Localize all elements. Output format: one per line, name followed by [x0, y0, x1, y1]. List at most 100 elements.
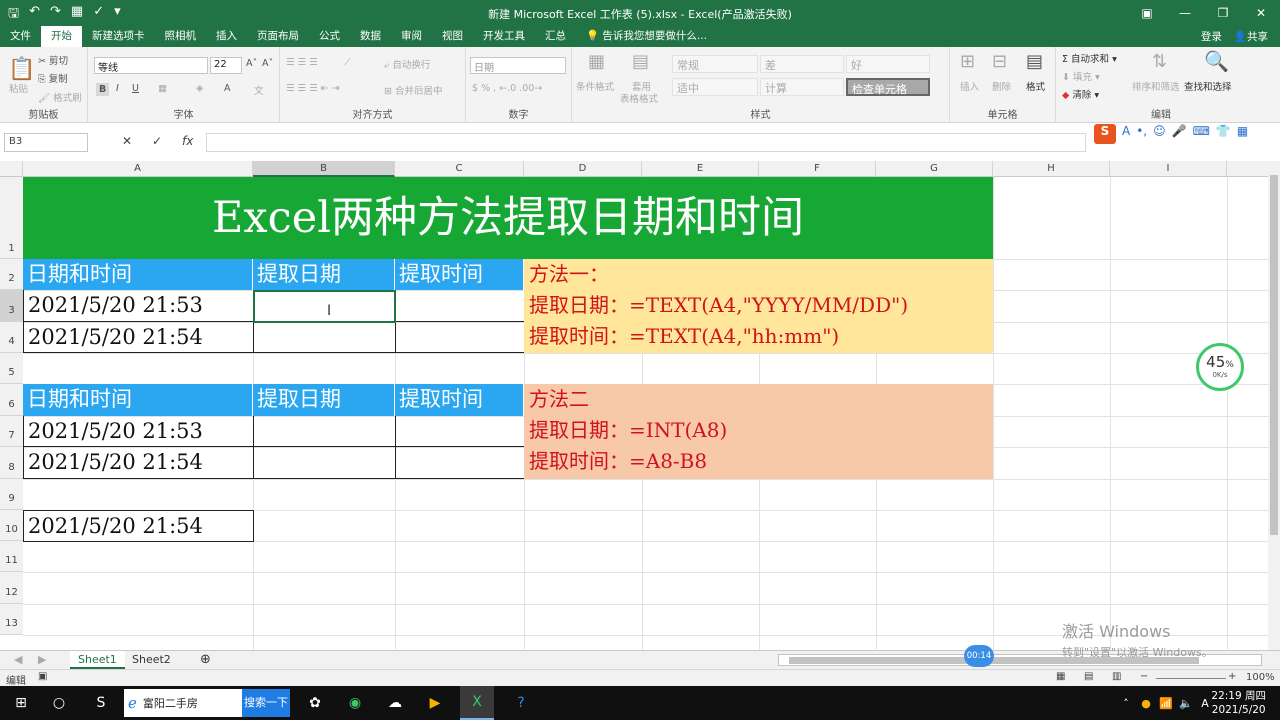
border-icon[interactable]: ▦	[158, 83, 167, 94]
row-header-1[interactable]: 1	[0, 177, 23, 259]
sort-filter-button[interactable]: 排序和筛选	[1132, 79, 1180, 93]
header-datetime-2[interactable]: 日期和时间	[23, 384, 253, 416]
font-name-select[interactable]: 等线	[94, 57, 208, 74]
fill-color-icon[interactable]: ◈	[196, 83, 203, 94]
phonetic-icon[interactable]: 文	[254, 83, 264, 97]
bold-icon[interactable]: B	[96, 83, 110, 96]
name-box[interactable]: B3	[4, 133, 88, 152]
style-check-cell[interactable]: 检查单元格	[846, 78, 930, 96]
page-layout-view-icon[interactable]: ▤	[1084, 671, 1093, 682]
sheet-nav-next-icon[interactable]: ▶	[30, 651, 54, 669]
copy-button[interactable]: ⎘ 复制	[38, 71, 68, 85]
vertical-scrollbar[interactable]	[1268, 161, 1280, 650]
row-header-9[interactable]: 9	[0, 479, 23, 510]
taskbar-clock[interactable]: 22:19 周四 2021/5/20	[1211, 689, 1266, 717]
zoom-level[interactable]: 100%	[1246, 672, 1275, 683]
cell-b7[interactable]	[253, 416, 396, 447]
sort-filter-icon[interactable]: ⇅	[1152, 51, 1167, 72]
tab-formulas[interactable]: 公式	[309, 26, 350, 47]
enter-icon[interactable]: ✓	[152, 134, 162, 148]
underline-icon[interactable]: U	[132, 83, 139, 94]
toolbox-icon[interactable]: ▦	[1237, 124, 1248, 144]
column-header-d[interactable]: D	[524, 161, 642, 177]
style-neutral[interactable]: 适中	[672, 78, 758, 96]
style-calc[interactable]: 计算	[760, 78, 844, 96]
player-icon[interactable]: ▶	[420, 686, 450, 720]
skin-icon[interactable]: 👕	[1216, 124, 1231, 144]
cortana-icon[interactable]: ○	[42, 686, 76, 720]
macro-record-icon[interactable]: ▣	[38, 671, 47, 682]
tell-me-search[interactable]: 💡 告诉我您想要做什么...	[576, 26, 717, 47]
cancel-icon[interactable]: ✕	[122, 134, 132, 148]
normal-view-icon[interactable]: ▦	[1056, 671, 1065, 682]
ribbon-display-icon[interactable]: ▣	[1128, 0, 1166, 26]
zoom-in-icon[interactable]: +	[1228, 671, 1236, 682]
fill-button[interactable]: ⬇ 填充 ▾	[1062, 69, 1100, 83]
delete-cells-button[interactable]: 删除	[992, 79, 1011, 93]
cut-button[interactable]: ✂ 剪切	[38, 53, 68, 67]
app-icon-3[interactable]: ☁	[380, 686, 410, 720]
column-header-i[interactable]: I	[1110, 161, 1227, 177]
start-icon[interactable]: ⊞	[4, 686, 38, 720]
worksheet-grid[interactable]: Excel两种方法提取日期和时间 日期和时间 提取日期 提取时间 2021/5/…	[23, 177, 1268, 650]
keyboard-icon[interactable]: ⌨	[1193, 124, 1210, 144]
conditional-format-button[interactable]: 条件格式	[576, 79, 614, 93]
add-sheet-icon[interactable]: ⊕	[192, 651, 219, 669]
help-icon[interactable]: ?	[506, 686, 536, 720]
header-time-1[interactable]: 提取时间	[395, 259, 524, 290]
cell-a3[interactable]: 2021/5/20 21:53	[23, 290, 254, 322]
row-header-11[interactable]: 11	[0, 541, 23, 572]
row-header-5[interactable]: 5	[0, 353, 23, 384]
tab-review[interactable]: 审阅	[391, 26, 432, 47]
format-painter-button[interactable]: 🖌 格式刷	[38, 90, 82, 104]
grow-font-icon[interactable]: A˄	[246, 58, 257, 69]
table-format-button-2[interactable]: 表格格式	[620, 91, 658, 105]
mic-icon[interactable]: 🎤	[1172, 124, 1187, 144]
vertical-scroll-thumb[interactable]	[1270, 175, 1278, 535]
ime-mode-icon[interactable]: A	[1122, 124, 1130, 144]
taskbar-search-button[interactable]: 搜索一下	[242, 689, 290, 717]
format-cells-icon[interactable]: ▤	[1026, 51, 1043, 72]
tab-home[interactable]: 开始	[41, 26, 82, 47]
autosum-button[interactable]: Σ 自动求和 ▾	[1062, 51, 1117, 65]
cell-c3[interactable]	[395, 290, 525, 322]
row-header-3[interactable]: 3	[0, 290, 23, 322]
header-datetime-1[interactable]: 日期和时间	[23, 259, 253, 290]
tab-page-layout[interactable]: 页面布局	[247, 26, 309, 47]
tab-developer[interactable]: 开发工具	[473, 26, 535, 47]
tab-summary[interactable]: 汇总	[535, 26, 576, 47]
row-header-7[interactable]: 7	[0, 416, 23, 447]
shrink-font-icon[interactable]: A˅	[262, 58, 273, 69]
emoji-icon[interactable]: ☺	[1153, 124, 1166, 144]
sheet-tab-sheet2[interactable]: Sheet2	[124, 651, 179, 669]
percent-icon[interactable]: $ % , ←.0 .00→	[472, 83, 542, 94]
row-header-8[interactable]: 8	[0, 447, 23, 479]
number-format-select[interactable]: 日期	[470, 57, 566, 74]
sheet-nav-prev-icon[interactable]: ◀	[6, 651, 30, 669]
italic-icon[interactable]: I	[116, 83, 119, 94]
formula-input[interactable]	[206, 133, 1086, 152]
share-button[interactable]: 👤共享	[1234, 29, 1268, 44]
tray-app-icon[interactable]: ●	[1136, 686, 1156, 720]
orientation-icon[interactable]: ⟋	[344, 57, 351, 68]
column-header-a[interactable]: A	[23, 161, 253, 177]
header-time-2[interactable]: 提取时间	[395, 384, 524, 416]
find-select-icon[interactable]: 🔍	[1204, 49, 1229, 73]
insert-cells-button[interactable]: 插入	[960, 79, 979, 93]
column-header-b[interactable]: B	[253, 161, 395, 177]
style-bad[interactable]: 差	[760, 55, 844, 73]
column-header-h[interactable]: H	[993, 161, 1110, 177]
align-top-icon[interactable]: ☰ ☰ ☰	[286, 57, 318, 68]
column-header-c[interactable]: C	[395, 161, 524, 177]
punct-icon[interactable]: •,	[1136, 124, 1147, 144]
cell-b4[interactable]	[253, 322, 396, 353]
paste-icon[interactable]: 📋	[8, 57, 35, 82]
format-cells-button[interactable]: 格式	[1026, 79, 1045, 93]
volume-icon[interactable]: 🔈	[1176, 686, 1196, 720]
excel-taskbar-icon[interactable]: X	[460, 686, 494, 720]
row-header-12[interactable]: 12	[0, 572, 23, 604]
row-header-13[interactable]: 13	[0, 604, 23, 635]
find-select-button[interactable]: 查找和选择	[1184, 79, 1232, 93]
delete-cells-icon[interactable]: ⊟	[992, 51, 1007, 72]
cell-a8[interactable]: 2021/5/20 21:54	[23, 447, 254, 479]
